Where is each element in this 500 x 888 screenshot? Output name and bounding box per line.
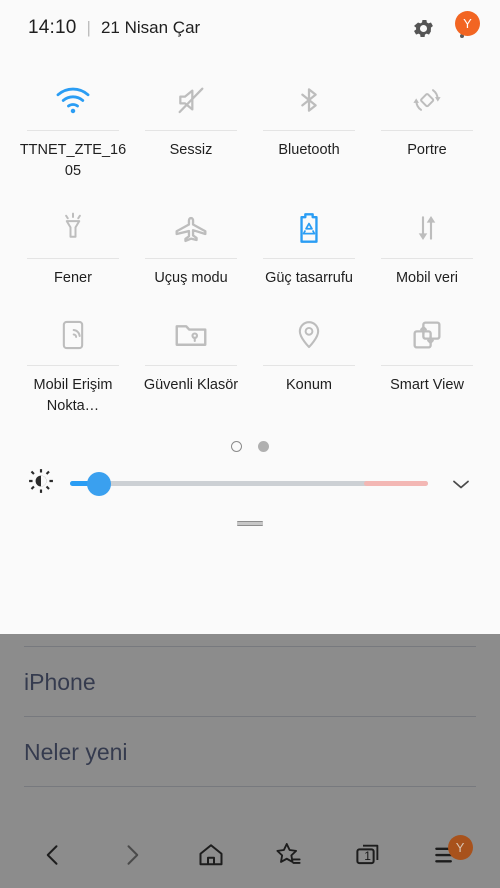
- qs-tile-label: Bluetooth: [278, 142, 340, 158]
- auto-rotate-icon: [409, 78, 445, 122]
- status-separator: |: [86, 18, 91, 37]
- avatar[interactable]: Y: [455, 11, 480, 36]
- tile-divider: [380, 130, 474, 131]
- qs-tile-secure-folder[interactable]: Güvenli Klasör: [132, 299, 250, 427]
- bookmark-star-icon: [276, 843, 301, 864]
- quick-settings-grid: TTNET_ZTE_1605 Sessiz Bluetooth Portre F…: [0, 56, 500, 427]
- qs-tile-smart-view[interactable]: Smart View: [368, 299, 486, 427]
- qs-tile-label: Uçuş modu: [154, 270, 228, 287]
- clock-label: 14:10: [28, 17, 77, 38]
- tile-divider: [26, 258, 120, 260]
- flashlight-icon: [58, 206, 88, 250]
- airplane-icon: [172, 206, 210, 250]
- brightness-icon: [28, 468, 54, 499]
- tile-divider: [380, 365, 474, 367]
- tile-divider: [262, 365, 356, 367]
- qs-tile-wifi[interactable]: TTNET_ZTE_1605: [14, 64, 132, 192]
- mute-icon: [173, 78, 209, 122]
- smart-view-icon: [409, 313, 445, 357]
- tile-divider: [262, 130, 356, 131]
- qs-tile-location[interactable]: Konum: [250, 299, 368, 427]
- quick-settings-panel: 14:10 | 21 Nisan Çar Y TTNET_ZTE_1605 Se…: [0, 0, 500, 634]
- nav-menu-badge: Y: [447, 835, 473, 860]
- overflow-menu-button[interactable]: Y: [442, 9, 482, 47]
- qs-tile-bluetooth[interactable]: Bluetooth: [250, 64, 368, 192]
- home-icon: [199, 844, 223, 866]
- tab-count-label: 1: [364, 848, 371, 863]
- phone-screen: iPhone Neler yeni 14:10 | 21 Nisan Çar Y: [0, 0, 500, 888]
- brightness-row: [0, 452, 500, 499]
- tile-divider: [26, 130, 120, 131]
- settings-button[interactable]: [404, 9, 442, 47]
- page-indicator: [0, 441, 500, 453]
- tile-divider: [144, 130, 238, 131]
- panel-drag-handle[interactable]: [0, 521, 500, 527]
- qs-tile-sound[interactable]: Sessiz: [132, 64, 250, 192]
- qs-tile-airplane[interactable]: Uçuş modu: [132, 192, 250, 299]
- qs-tile-label: Sessiz: [169, 142, 213, 158]
- hotspot-icon: [58, 313, 88, 357]
- status-bar: 14:10 | 21 Nisan Çar Y: [0, 0, 500, 56]
- page-dot[interactable]: [258, 441, 269, 453]
- power-saving-icon: [294, 206, 324, 250]
- nav-tabs-button[interactable]: 1: [340, 831, 396, 879]
- date-label: 21 Nisan Çar: [100, 18, 201, 37]
- tile-divider: [262, 258, 356, 260]
- slider-thumb[interactable]: [86, 471, 111, 496]
- nav-forward-button[interactable]: [104, 831, 160, 879]
- brightness-slider[interactable]: [70, 471, 428, 496]
- tile-divider: [380, 258, 474, 260]
- page-dot-current[interactable]: [231, 441, 242, 453]
- qs-tile-mobile-data[interactable]: Mobil veri: [368, 192, 486, 299]
- browser-navbar: 1 Y: [0, 822, 500, 888]
- slider-warm-segment: [363, 481, 428, 487]
- secure-folder-icon: [173, 313, 209, 357]
- wifi-icon: [55, 78, 91, 122]
- tile-divider: [144, 258, 238, 260]
- qs-tile-hotspot[interactable]: Mobil Erişim Nokta…: [14, 299, 132, 427]
- qs-tile-label: TTNET_ZTE_1605: [19, 142, 127, 180]
- chevron-left-icon: [47, 845, 58, 865]
- tile-divider: [144, 365, 238, 367]
- qs-tile-label: Konum: [286, 377, 332, 394]
- location-pin-icon: [294, 313, 324, 357]
- bluetooth-icon: [293, 78, 325, 122]
- qs-tile-flashlight[interactable]: Fener: [14, 192, 132, 299]
- qs-tile-rotation[interactable]: Portre: [368, 64, 486, 192]
- qs-tile-label: Güç tasarrufu: [265, 270, 353, 287]
- mobile-data-icon: [411, 206, 443, 250]
- nav-back-button[interactable]: [25, 831, 81, 879]
- qs-tile-label: Fener: [54, 270, 92, 287]
- gear-icon: [413, 19, 433, 37]
- nav-home-button[interactable]: [183, 831, 239, 879]
- chevron-down-icon: [453, 480, 469, 488]
- tile-divider: [26, 365, 120, 367]
- qs-tile-power-saving[interactable]: Güç tasarrufu: [250, 192, 368, 299]
- qs-tile-label: Smart View: [390, 377, 464, 394]
- expand-brightness-button[interactable]: [444, 472, 478, 496]
- qs-tile-label: Mobil Erişim Nokta…: [33, 377, 113, 415]
- chevron-right-icon: [127, 845, 139, 865]
- qs-tile-label: Mobil veri: [395, 270, 459, 287]
- qs-tile-label: Güvenli Klasör: [143, 377, 239, 394]
- nav-menu-button[interactable]: Y: [419, 831, 475, 879]
- nav-bookmarks-button[interactable]: [261, 831, 317, 879]
- qs-tile-label: Portre: [407, 142, 447, 158]
